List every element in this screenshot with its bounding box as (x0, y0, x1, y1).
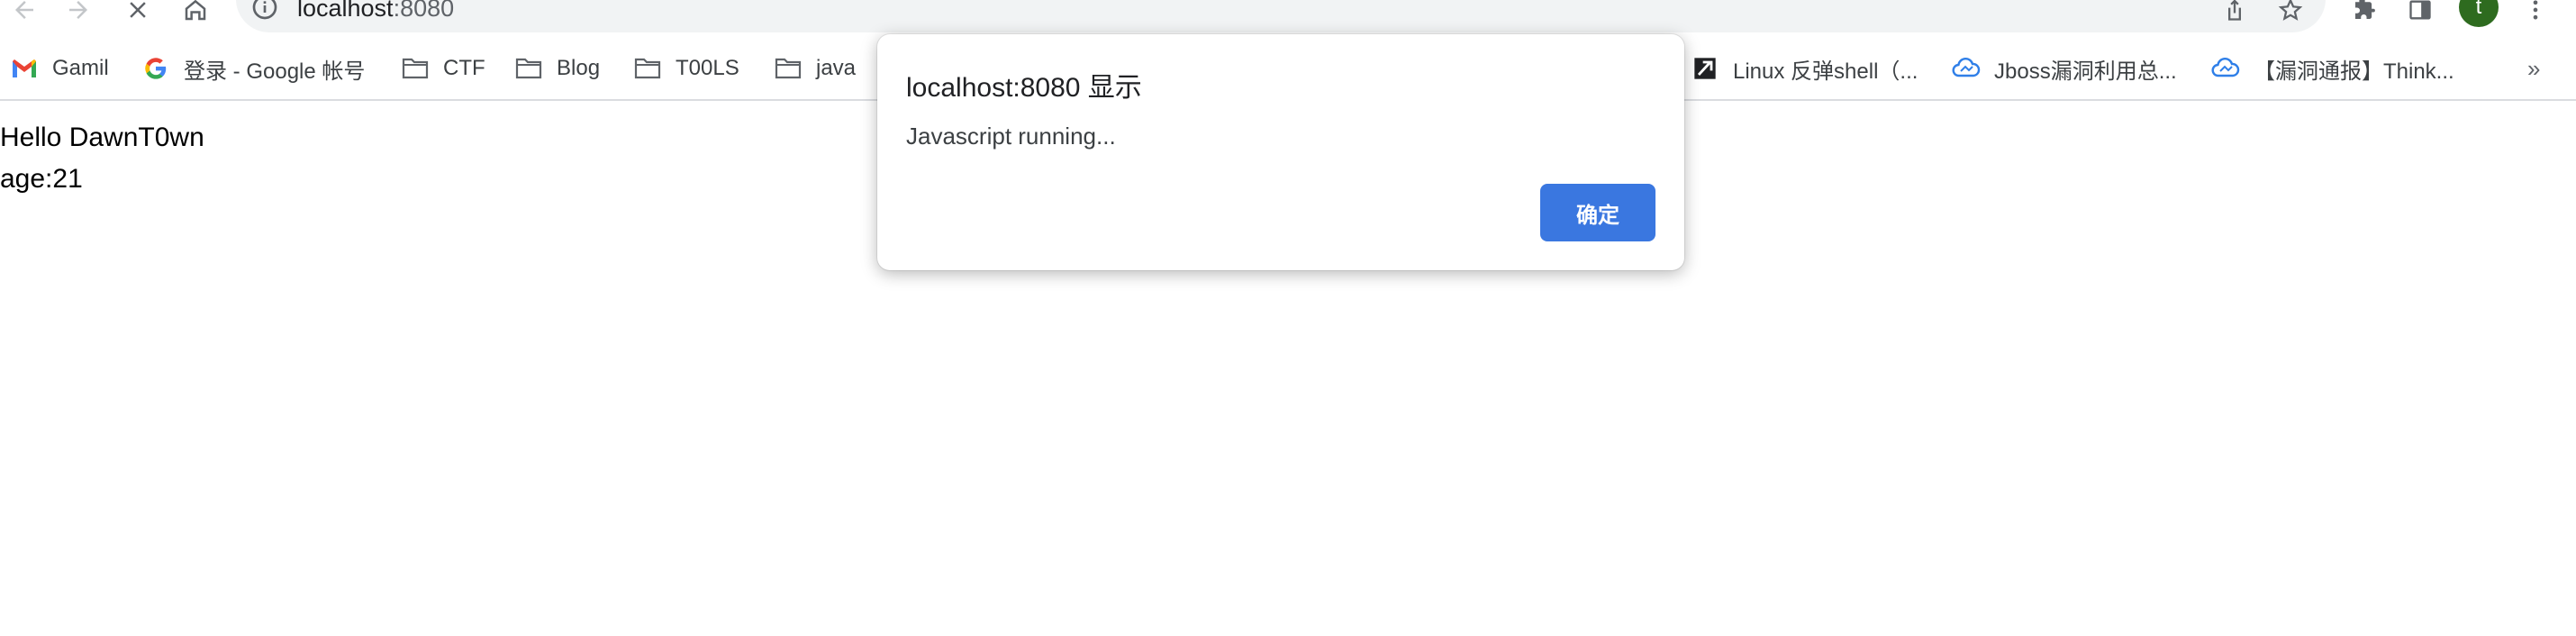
folder-icon (513, 53, 544, 84)
folder-icon (632, 53, 663, 84)
bookmark-label: CTF (443, 56, 485, 80)
forward-button[interactable] (58, 0, 99, 31)
google-icon (141, 53, 171, 84)
bookmark-vuln-notice[interactable]: 【漏洞通报】Think... (2210, 50, 2454, 86)
bookmark-gmail[interactable]: Gamil (9, 50, 109, 86)
side-panel-button[interactable] (2399, 0, 2441, 31)
share-button[interactable] (2214, 0, 2255, 31)
bookmark-label: 登录 - Google 帐号 (184, 59, 366, 84)
close-icon (130, 2, 146, 18)
bookmark-star-button[interactable] (2270, 0, 2311, 31)
url-text[interactable]: localhost:8080 (297, 0, 454, 23)
address-bar[interactable] (236, 0, 2326, 32)
age-text: age:21 (0, 164, 83, 194)
folder-icon (773, 53, 803, 84)
share-icon (2228, 0, 2241, 21)
bookmark-label: Blog (557, 56, 601, 80)
puzzle-icon (2355, 0, 2375, 19)
bookmark-label: Gamil (52, 56, 109, 80)
ok-button[interactable]: 确定 (1540, 184, 1655, 241)
home-button[interactable] (175, 0, 216, 31)
vertical-dots-icon (2533, 0, 2538, 20)
bookmark-folder-tools[interactable]: T00LS (632, 50, 739, 86)
url-host: localhost (297, 0, 394, 22)
bookmark-label: T00LS (676, 56, 739, 80)
bookmark-folder-blog[interactable]: Blog (513, 50, 600, 86)
page-content: Hello DawnT0wn age:21 (0, 117, 204, 200)
bookmark-jboss[interactable]: Jboss漏洞利用总... (1951, 50, 2177, 86)
stop-loading-button[interactable] (117, 0, 159, 31)
home-icon (185, 0, 206, 21)
bookmark-label: 【漏洞通报】Think... (2254, 59, 2454, 84)
gmail-icon (9, 53, 40, 84)
dialog-title: localhost:8080 显示 (906, 73, 1142, 103)
bookmark-folder-ctf[interactable]: CTF (400, 50, 485, 86)
cloud-icon (1951, 53, 1982, 84)
bookmark-label: Linux 反弹shell（... (1733, 59, 1918, 84)
arrow-left-icon (15, 1, 33, 19)
folder-icon (400, 53, 431, 84)
star-icon (2278, 0, 2303, 21)
browser-toolbar: localhost:8080 t (0, 0, 2576, 38)
side-panel-icon (2409, 0, 2431, 20)
arrow-right-icon (69, 1, 87, 19)
profile-avatar[interactable]: t (2459, 0, 2499, 27)
bookmarks-overflow-button[interactable]: » (2527, 50, 2540, 86)
url-port: :8080 (393, 0, 455, 22)
info-icon[interactable] (250, 0, 279, 22)
dialog-message: Javascript running... (906, 123, 1116, 150)
greeting-text: Hello DawnT0wn (0, 123, 204, 152)
zhihu-style-icon (1690, 53, 1720, 84)
bookmark-label: java (816, 56, 857, 80)
cloud-icon (2210, 53, 2241, 84)
alert-dialog: localhost:8080 显示 Javascript running... … (877, 34, 1684, 270)
bookmark-google-login[interactable]: 登录 - Google 帐号 (141, 50, 365, 86)
menu-button[interactable] (2515, 0, 2556, 31)
extensions-button[interactable] (2344, 0, 2385, 31)
back-button[interactable] (4, 0, 45, 31)
bookmark-folder-java[interactable]: java (773, 50, 856, 86)
bookmark-linux-shell[interactable]: Linux 反弹shell（... (1690, 50, 1918, 86)
bookmark-label: Jboss漏洞利用总... (1994, 59, 2177, 84)
